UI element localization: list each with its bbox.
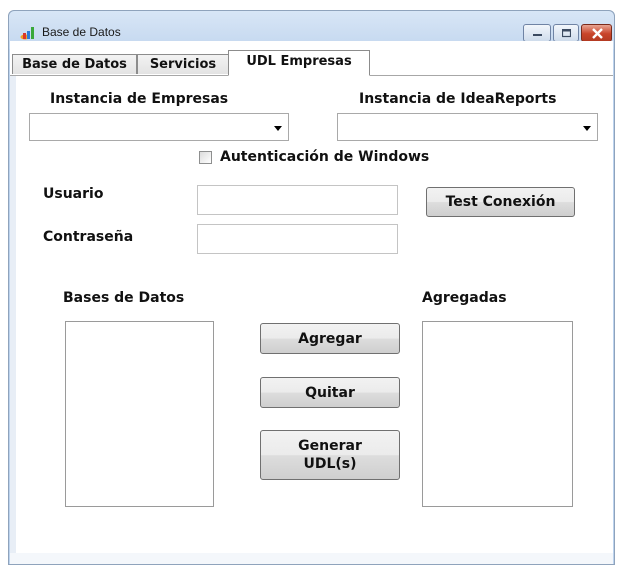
usuario-label: Usuario	[43, 186, 104, 202]
left-edge	[10, 76, 16, 564]
tab-servicios[interactable]: Servicios	[137, 54, 229, 74]
minimize-button[interactable]	[523, 24, 551, 42]
close-icon	[592, 28, 603, 39]
quitar-button[interactable]: Quitar	[260, 377, 400, 408]
close-button[interactable]	[581, 24, 612, 42]
tab-strip: Base de Datos Servicios UDL Empresas	[10, 41, 613, 76]
usuario-input[interactable]	[197, 185, 398, 215]
app-window: Base de Datos Base de Datos Servicios UD…	[8, 10, 615, 565]
bottom-edge	[10, 553, 613, 564]
window-title: Base de Datos	[42, 25, 121, 39]
instancia-ideareports-select[interactable]	[337, 113, 598, 141]
instancia-ideareports-label: Instancia de IdeaReports	[359, 91, 557, 107]
client-area: Base de Datos Servicios UDL Empresas Ins…	[10, 41, 613, 564]
test-conexion-button[interactable]: Test Conexión	[426, 187, 575, 217]
maximize-button[interactable]	[553, 24, 579, 42]
agregadas-listbox[interactable]	[422, 321, 573, 507]
autenticacion-checkbox[interactable]	[199, 151, 212, 164]
maximize-icon	[562, 29, 571, 38]
tab-base-de-datos[interactable]: Base de Datos	[12, 54, 137, 74]
tab-udl-empresas[interactable]: UDL Empresas	[228, 50, 370, 76]
chevron-down-icon	[583, 126, 591, 131]
bases-de-datos-label: Bases de Datos	[63, 290, 185, 306]
autenticacion-label[interactable]: Autenticación de Windows	[220, 149, 429, 165]
agregar-button[interactable]: Agregar	[260, 323, 400, 354]
minimize-icon	[533, 34, 542, 36]
generar-udl-button[interactable]: Generar UDL(s)	[260, 430, 400, 480]
bases-de-datos-listbox[interactable]	[65, 321, 214, 507]
agregadas-label: Agregadas	[422, 290, 507, 306]
instancia-empresas-select[interactable]	[29, 113, 289, 141]
contrasena-label: Contraseña	[43, 229, 134, 245]
database-app-icon	[20, 27, 34, 40]
contrasena-input[interactable]	[197, 224, 398, 254]
chevron-down-icon	[274, 126, 282, 131]
instancia-empresas-label: Instancia de Empresas	[50, 91, 229, 107]
